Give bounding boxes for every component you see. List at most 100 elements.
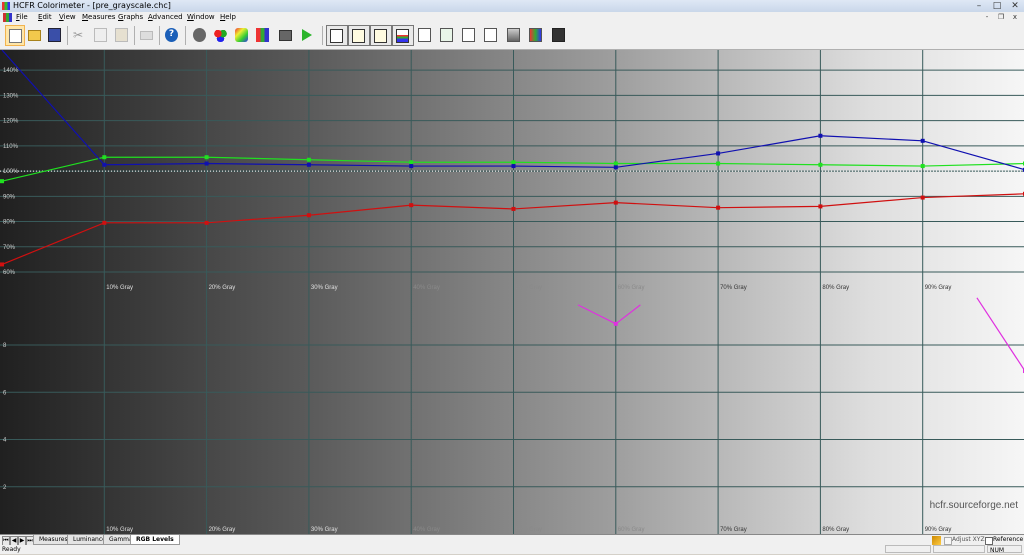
menu-measures[interactable]: Measures [82, 12, 115, 23]
menu-view[interactable]: View [59, 12, 76, 23]
adjust-xyz-checkbox[interactable] [944, 537, 952, 545]
open-button[interactable] [25, 25, 45, 46]
x-tick-label: 80% Gray [822, 527, 849, 533]
view1-icon [330, 29, 343, 43]
toolbar: ✂ ? [0, 23, 1024, 50]
data-point [0, 179, 4, 184]
x-tick-label: 70% Gray [720, 285, 747, 291]
rgb-patterns-button[interactable] [211, 25, 231, 46]
view3-icon [374, 29, 387, 43]
y-tick-label: 8 [3, 343, 7, 349]
menu-advanced[interactable]: Advanced [148, 12, 183, 23]
data-point [306, 213, 311, 218]
view2-button[interactable] [348, 25, 370, 46]
window-title: HCFR Colorimeter - [pre_grayscale.chc] [13, 1, 171, 10]
menu-bar: File Edit View Measures Graphs Advanced … [0, 12, 1024, 23]
data-point [716, 205, 721, 210]
series-segment [615, 304, 641, 325]
reference-label: Reference [993, 536, 1024, 543]
camera-icon [279, 30, 292, 41]
sensor-icon [193, 28, 206, 42]
data-point [613, 200, 618, 205]
document-menu-icon[interactable] [3, 13, 12, 22]
monitor4-button[interactable] [481, 25, 501, 46]
view4-icon [396, 29, 409, 43]
data-point [306, 162, 311, 167]
x-tick-label: 20% Gray [209, 527, 236, 533]
data-point [511, 164, 516, 169]
mdi-restore-button[interactable]: ❐ [996, 12, 1006, 23]
view1-button[interactable] [326, 25, 348, 46]
data-point [818, 133, 823, 138]
monitor7-icon [552, 28, 565, 42]
mdi-minimize-button[interactable]: - [982, 12, 992, 23]
menu-help[interactable]: Help [220, 12, 236, 23]
monitor2-button[interactable] [437, 25, 457, 46]
title-bar: HCFR Colorimeter - [pre_grayscale.chc] –… [0, 0, 1024, 12]
monitor7-button[interactable] [549, 25, 569, 46]
rgb-patterns-icon [214, 28, 227, 42]
monitor4-icon [484, 28, 497, 42]
x-tick-label: 40% Gray [413, 527, 440, 533]
x-tick-label: 60% Gray [618, 285, 645, 291]
play-button[interactable] [297, 25, 317, 46]
data-point [613, 161, 618, 166]
toolbar-separator [185, 26, 186, 45]
data-point [818, 204, 823, 209]
colors-button[interactable] [253, 25, 273, 46]
maximize-button[interactable]: □ [990, 0, 1004, 12]
x-tick-label: 30% Gray [311, 285, 338, 291]
mdi-close-button[interactable]: x [1010, 12, 1020, 23]
data-point [0, 262, 4, 267]
minimize-button[interactable]: – [972, 0, 986, 12]
new-button[interactable] [5, 25, 25, 46]
monitor3-icon [462, 28, 475, 42]
data-point [409, 164, 414, 169]
x-tick-label: 20% Gray [209, 285, 236, 291]
series-layer [0, 50, 1024, 374]
series-segment [976, 297, 1024, 371]
new-icon [9, 29, 22, 43]
data-point [204, 220, 209, 225]
adjust-xyz-icon [932, 536, 941, 545]
copy-button[interactable] [91, 25, 111, 46]
sensor-button[interactable] [190, 25, 210, 46]
toolbar-separator [134, 26, 135, 45]
menu-edit[interactable]: Edit [38, 12, 52, 23]
monitor6-icon [529, 28, 542, 42]
help-button[interactable]: ? [162, 25, 182, 46]
data-point [511, 160, 516, 165]
camera-button[interactable] [276, 25, 296, 46]
monitor5-button[interactable] [504, 25, 524, 46]
y-tick-label: 130% [3, 93, 19, 99]
monitor6-button[interactable] [526, 25, 546, 46]
menu-graphs[interactable]: Graphs [118, 12, 143, 23]
toolbar-separator [159, 26, 160, 45]
view3-button[interactable] [370, 25, 392, 46]
view4-button[interactable] [392, 25, 414, 46]
color-picker-button[interactable] [232, 25, 252, 46]
monitor3-button[interactable] [459, 25, 479, 46]
y-tick-label: 120% [3, 119, 19, 125]
menu-window[interactable]: Window [187, 12, 215, 23]
y-tick-label: 6 [3, 390, 7, 396]
cut-button[interactable]: ✂ [70, 25, 90, 46]
menu-file[interactable]: File [16, 12, 28, 23]
print-button[interactable] [137, 25, 157, 46]
watermark: hcfr.sourceforge.net [930, 500, 1019, 511]
y-tick-label: 100% [3, 169, 19, 175]
save-button[interactable] [45, 25, 65, 46]
view2-icon [352, 29, 365, 43]
data-point [409, 160, 414, 165]
x-tick-label: 60% Gray [618, 527, 645, 533]
paste-button[interactable] [112, 25, 132, 46]
reference-checkbox[interactable] [985, 537, 993, 545]
y-tick-label: 60% [3, 270, 16, 276]
monitor5-icon [507, 28, 520, 42]
y-tick-label: 110% [3, 144, 19, 150]
x-tick-label: 50% Gray [516, 285, 543, 291]
data-point [306, 157, 311, 162]
monitor1-button[interactable] [415, 25, 435, 46]
close-button[interactable]: ✕ [1008, 0, 1022, 12]
tab-rgb-levels[interactable]: RGB Levels [130, 535, 180, 545]
